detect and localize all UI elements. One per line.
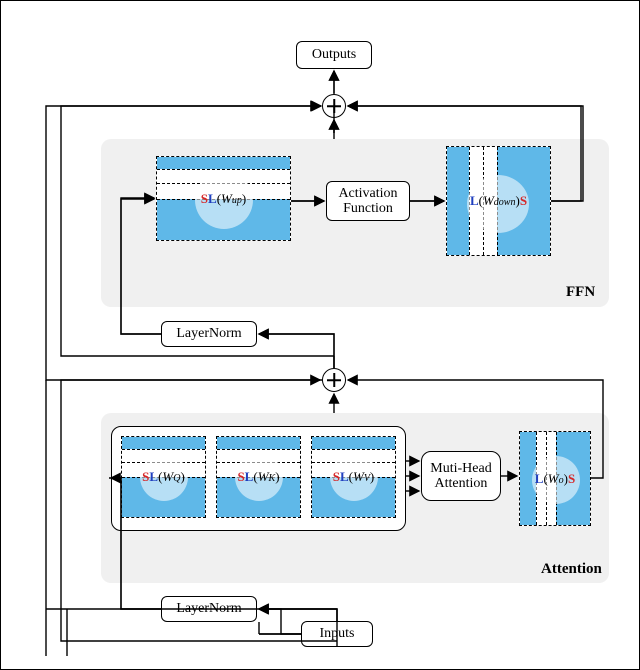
activation-text: Activation Function: [338, 186, 397, 217]
w-up-matrix: SL(Wup): [156, 156, 291, 241]
w-k-label: SL(WK): [237, 469, 279, 485]
w-o-matrix: L(Wo)S: [519, 431, 591, 526]
attention-label: Attention: [541, 561, 602, 578]
w-o-label: L(Wo)S: [535, 471, 575, 487]
w-q-matrix: SL(WQ): [121, 436, 206, 518]
activation-function-box: Activation Function: [326, 181, 410, 221]
multihead-attention-box: Muti-Head Attention: [421, 451, 501, 501]
w-up-label: SL(Wup): [201, 191, 246, 207]
layernorm-ffn: LayerNorm: [161, 321, 257, 347]
w-q-label: SL(WQ): [142, 469, 185, 485]
w-down-matrix: L(Wdown)S: [446, 146, 551, 256]
w-k-matrix: SL(WK): [216, 436, 301, 518]
inputs-text: Inputs: [320, 626, 355, 641]
layernorm-attn: LayerNorm: [161, 596, 257, 622]
inputs-box: Inputs: [301, 621, 373, 647]
w-down-label: L(Wdown)S: [470, 193, 527, 209]
diagram-canvas: FFN Attention Outputs SL(Wup) Activation…: [0, 0, 640, 670]
layernorm-ffn-text: LayerNorm: [176, 326, 241, 341]
layernorm-attn-text: LayerNorm: [176, 601, 241, 616]
w-v-label: SL(WV): [333, 469, 375, 485]
mha-text: Muti-Head Attention: [430, 461, 491, 492]
residual-add-ffn: [322, 94, 346, 118]
ffn-label: FFN: [566, 284, 595, 301]
w-v-matrix: SL(WV): [311, 436, 396, 518]
outputs-box: Outputs: [296, 41, 372, 69]
outputs-text: Outputs: [312, 47, 356, 62]
residual-add-attn: [322, 368, 346, 392]
